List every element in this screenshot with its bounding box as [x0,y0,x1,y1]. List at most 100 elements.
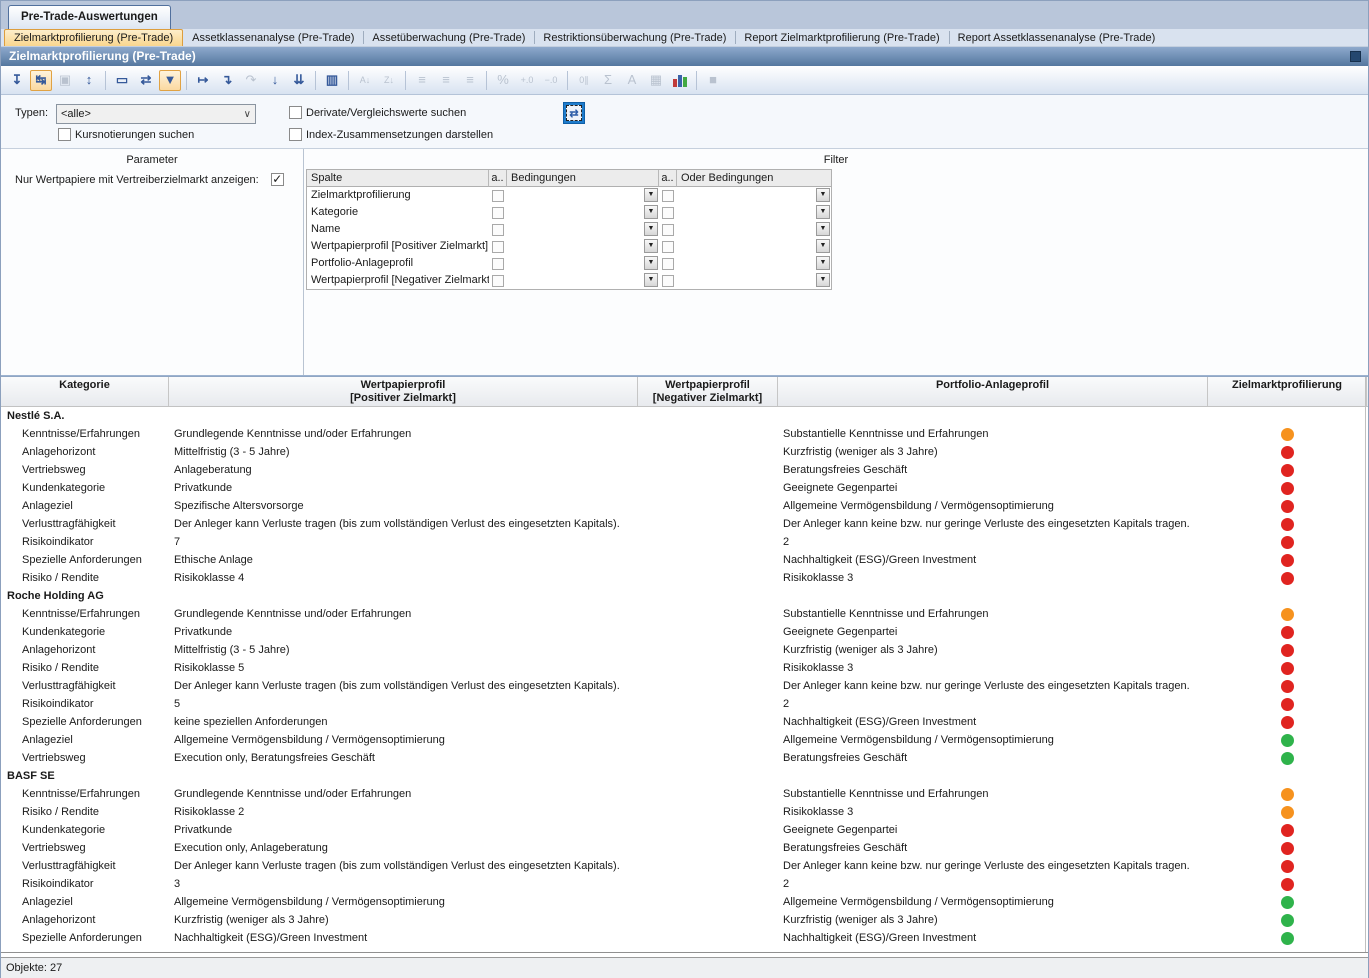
table-row[interactable]: VertriebswegAnlageberatungBeratungsfreie… [1,461,1368,479]
dropdown-arrow-icon[interactable]: ▼ [816,205,830,219]
table-row[interactable]: AnlagehorizontMittelfristig (3 - 5 Jahre… [1,641,1368,659]
import-data-icon[interactable]: ↓ [264,70,286,91]
filter-aktiv-checkbox[interactable] [662,207,674,219]
table-row[interactable]: Spezielle Anforderungenkeine speziellen … [1,713,1368,731]
table-row[interactable]: Kenntnisse/ErfahrungenGrundlegende Kennt… [1,785,1368,803]
new-range-icon[interactable]: ▭ [111,70,133,91]
dropdown-arrow-icon[interactable]: ▼ [816,222,830,236]
subtab-assetklassenanalyse-pre-trade[interactable]: Assetklassenanalyse (Pre-Trade) [183,29,363,46]
col-header-zielmarktprofilierung[interactable]: Zielmarktprofilierung [1208,377,1367,406]
index-checkbox[interactable]: Index-Zusammensetzungen darstellen [289,128,493,141]
filter-aktiv-checkbox[interactable] [492,241,504,253]
group-name: Roche Holding AG [1,587,601,605]
dropdown-arrow-icon[interactable]: ▼ [644,222,658,236]
table-row[interactable]: KundenkategoriePrivatkundeGeeignete Gege… [1,821,1368,839]
col-header-wertpapierprofil-negativ[interactable]: Wertpapierprofil [Negativer Zielmarkt] [638,377,778,406]
kategorie-cell: Spezielle Anforderungen [1,929,169,947]
insert-column-icon[interactable]: ↦ [192,70,214,91]
filter-icon[interactable]: ▼ [159,70,181,91]
table-row[interactable]: VertriebswegExecution only, Beratungsfre… [1,749,1368,767]
portfolio-anlageprofil-cell: Beratungsfreies Geschäft [778,839,1208,857]
table-row[interactable]: Risiko / RenditeRisikoklasse 4Risikoklas… [1,569,1368,587]
subtab-asset-berwachung-pre-trade[interactable]: Assetüberwachung (Pre-Trade) [363,29,534,46]
wertpapierprofil-positiv-cell: 3 [169,875,638,893]
dropdown-arrow-icon[interactable]: ▼ [644,239,658,253]
table-row[interactable]: VerlusttragfähigkeitDer Anleger kann Ver… [1,677,1368,695]
kursnotierungen-checkbox[interactable]: Kursnotierungen suchen [58,128,194,141]
wertpapierprofil-negativ-cell [638,731,778,749]
col-header-portfolio-anlageprofil[interactable]: Portfolio-Anlageprofil [778,377,1208,406]
subtab-report-assetklassenanalyse-pre-trade[interactable]: Report Assetklassenanalyse (Pre-Trade) [949,29,1165,46]
dropdown-arrow-icon[interactable]: ▼ [644,205,658,219]
wertpapierprofil-negativ-cell [638,821,778,839]
filter-aktiv-checkbox[interactable] [662,241,674,253]
swap-refresh-icon[interactable]: ⇄ [135,70,157,91]
freeze-columns-icon[interactable]: ▥ [321,70,343,91]
filter-col-spalte: Spalte [307,170,489,187]
insert-row-icon[interactable]: ↴ [216,70,238,91]
table-row[interactable]: AnlagehorizontMittelfristig (3 - 5 Jahre… [1,443,1368,461]
table-row[interactable]: Spezielle AnforderungenEthische AnlageNa… [1,551,1368,569]
filter-aktiv-checkbox[interactable] [662,224,674,236]
status-dot-red [1281,644,1294,657]
remove-decimals-icon: −.0 [540,70,562,91]
fit-width-icon[interactable]: ↹ [30,70,52,91]
dropdown-arrow-icon[interactable]: ▼ [816,256,830,270]
dropdown-arrow-icon[interactable]: ▼ [644,256,658,270]
table-row[interactable]: KundenkategoriePrivatkundeGeeignete Gege… [1,623,1368,641]
refresh-button[interactable]: ⇄ [563,102,585,124]
table-row[interactable]: Kenntnisse/ErfahrungenGrundlegende Kennt… [1,605,1368,623]
table-row[interactable]: KundenkategoriePrivatkundeGeeignete Gege… [1,479,1368,497]
filter-aktiv-checkbox[interactable] [492,190,504,202]
dropdown-arrow-icon[interactable]: ▼ [816,188,830,202]
filter-aktiv-checkbox[interactable] [492,207,504,219]
table-row[interactable]: Kenntnisse/ErfahrungenGrundlegende Kennt… [1,425,1368,443]
typen-dropdown[interactable]: <alle> ∨ [56,104,256,124]
table-row[interactable]: Risikoindikator32 [1,875,1368,893]
table-row[interactable]: Risiko / RenditeRisikoklasse 2Risikoklas… [1,803,1368,821]
filter-aktiv-checkbox[interactable] [492,275,504,287]
table-row[interactable]: Risiko / RenditeRisikoklasse 5Risikoklas… [1,659,1368,677]
col-header-wertpapierprofil-positiv[interactable]: Wertpapierprofil [Positiver Zielmarkt] [169,377,638,406]
update-columns-icon[interactable]: ⇊ [288,70,310,91]
filter-aktiv-checkbox[interactable] [662,275,674,287]
fit-height-icon[interactable]: ↕ [78,70,100,91]
subtab-zielmarktprofilierung-pre-trade[interactable]: Zielmarktprofilierung (Pre-Trade) [4,29,183,46]
filter-aktiv-checkbox[interactable] [662,190,674,202]
dropdown-arrow-icon[interactable]: ▼ [644,188,658,202]
zielmarkt-cell [1208,605,1367,623]
import-rows-icon[interactable]: ↧ [6,70,28,91]
filter-aktiv-checkbox[interactable] [492,258,504,270]
zielmarkt-cell [1208,443,1367,461]
table-row[interactable]: Risikoindikator52 [1,695,1368,713]
wertpapierprofil-negativ-cell [638,857,778,875]
derivate-checkbox[interactable]: Derivate/Vergleichswerte suchen [289,106,466,119]
vertreiberzielmarkt-checkbox[interactable]: ✓ [271,173,284,186]
titlebar-control[interactable] [1350,51,1361,62]
dropdown-arrow-icon[interactable]: ▼ [816,239,830,253]
kategorie-cell: Anlageziel [1,497,169,515]
kategorie-cell: Risiko / Rendite [1,803,169,821]
table-row[interactable]: Spezielle AnforderungenNachhaltigkeit (E… [1,929,1368,947]
table-row[interactable]: VerlusttragfähigkeitDer Anleger kann Ver… [1,515,1368,533]
table-row[interactable]: Risikoindikator72 [1,533,1368,551]
table-row[interactable]: AnlagezielAllgemeine Vermögensbildung / … [1,893,1368,911]
filter-aktiv-checkbox[interactable] [492,224,504,236]
table-row[interactable]: VerlusttragfähigkeitDer Anleger kann Ver… [1,857,1368,875]
filter-aktiv-checkbox[interactable] [662,258,674,270]
wertpapierprofil-positiv-cell: Privatkunde [169,479,638,497]
portfolio-anlageprofil-cell: Substantielle Kenntnisse und Erfahrungen [778,785,1208,803]
table-row[interactable]: AnlagezielAllgemeine Vermögensbildung / … [1,731,1368,749]
dropdown-arrow-icon[interactable]: ▼ [816,273,830,287]
col-header-kategorie[interactable]: Kategorie [1,377,169,406]
subtab-restriktions-berwachung-pre-trade[interactable]: Restriktionsüberwachung (Pre-Trade) [534,29,735,46]
wertpapierprofil-positiv-cell: Kurzfristig (weniger als 3 Jahre) [169,911,638,929]
chart-icon[interactable] [669,70,691,91]
subtab-report-zielmarktprofilierung-pre-trade[interactable]: Report Zielmarktprofilierung (Pre-Trade) [735,29,948,46]
table-row[interactable]: AnlagehorizontKurzfristig (weniger als 3… [1,911,1368,929]
tab-pre-trade-auswertungen[interactable]: Pre-Trade-Auswertungen [8,5,171,29]
zielmarkt-cell [1208,677,1367,695]
table-row[interactable]: AnlagezielSpezifische AltersvorsorgeAllg… [1,497,1368,515]
dropdown-arrow-icon[interactable]: ▼ [644,273,658,287]
table-row[interactable]: VertriebswegExecution only, Anlageberatu… [1,839,1368,857]
